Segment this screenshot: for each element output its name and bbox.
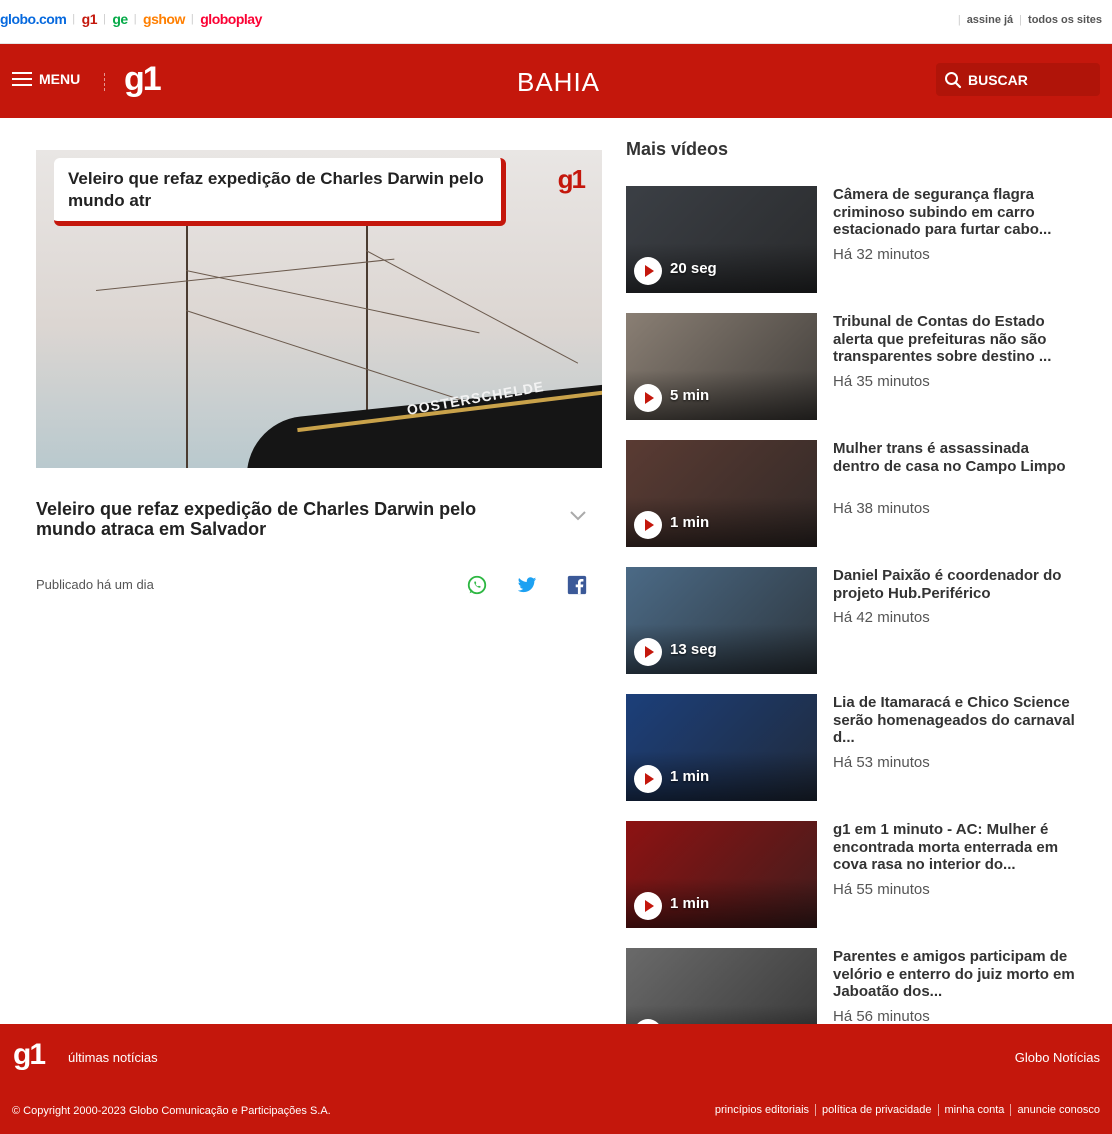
video-item-time: Há 55 minutos [833, 881, 930, 898]
video-duration: 1 min [670, 895, 710, 912]
brand-gshow[interactable]: gshow [143, 11, 185, 27]
globo-bar-right: | assine já | todos os sites [957, 14, 1102, 26]
latest-news-link[interactable]: últimas notícias [68, 1050, 158, 1065]
region-title[interactable]: BAHIA [517, 67, 600, 98]
footer-link-editorial[interactable]: princípios editoriais [709, 1104, 815, 1116]
video-item-time: Há 38 minutos [833, 500, 930, 517]
footer-link-advertise[interactable]: anuncie conosco [1010, 1104, 1100, 1116]
video-item-time: Há 56 minutos [833, 1008, 930, 1025]
ship-hull [240, 377, 602, 468]
video-title: Veleiro que refaz expedição de Charles D… [36, 499, 477, 539]
video-duration: 13 seg [670, 641, 717, 658]
subscribe-link[interactable]: assine já [967, 14, 1013, 26]
play-icon[interactable] [634, 765, 662, 793]
twitter-icon[interactable] [516, 574, 538, 596]
play-icon[interactable] [634, 257, 662, 285]
footer-g1-logo[interactable]: g1 [13, 1038, 46, 1072]
footer-link-privacy[interactable]: política de privacidade [815, 1104, 937, 1116]
more-videos-title: Mais vídeos [626, 139, 729, 159]
globo-top-bar: globo.com | g1 | ge | gshow | globoplay | as… [0, 0, 1112, 44]
video-item-title[interactable]: Mulher trans é assassinada dentro de cas… [833, 440, 1075, 475]
all-sites-link[interactable]: todos os sites [1028, 14, 1102, 26]
video-item-time: Há 32 minutos [833, 246, 930, 263]
brand-globoplay[interactable]: globoplay [200, 11, 262, 27]
brand-g1[interactable]: g1 [82, 11, 98, 27]
video-item-title[interactable]: g1 em 1 minuto - AC: Mulher é encontrada… [833, 821, 1075, 874]
globo-noticias-link[interactable]: Globo Notícias [1015, 1050, 1100, 1065]
menu-button[interactable]: MENU [12, 71, 80, 87]
footer-link-account[interactable]: minha conta [937, 1104, 1011, 1116]
video-thumbnail[interactable]: 5 min [626, 313, 817, 420]
video-list-item[interactable]: 5 min Tribunal de Contas do Estado alerta… [626, 313, 1086, 420]
copyright-text: © Copyright 2000-2023 Globo Comunicação … [12, 1105, 331, 1117]
header-divider [104, 73, 105, 91]
video-item-title[interactable]: Daniel Paixão é coordenador do projeto H… [833, 567, 1075, 602]
brand-globo-com[interactable]: globo.com [0, 11, 67, 27]
video-list-item[interactable]: 20 seg Câmera de segurança flagra crimino… [626, 186, 1086, 293]
footer-links: princípios editoriais política de privac… [709, 1104, 1100, 1116]
video-thumbnail[interactable]: 1 min [626, 694, 817, 801]
video-list-item[interactable]: 13 seg Daniel Paixão é coordenador do pro… [626, 567, 1086, 674]
site-header: MENU g1 BAHIA [0, 44, 1112, 118]
video-list-item[interactable]: 1 min Lia de Itamaracá e Chico Science se… [626, 694, 1086, 801]
video-list-item[interactable]: 1 min Mulher trans é assassinada dentro d… [626, 440, 1086, 547]
site-footer: g1 últimas notícias Globo Notícias © Cop… [0, 1024, 1112, 1134]
video-overlay-title: Veleiro que refaz expedição de Charles D… [54, 158, 506, 226]
facebook-icon[interactable] [566, 574, 588, 596]
video-thumbnail[interactable]: 1 min [626, 821, 817, 928]
video-item-time: Há 53 minutos [833, 754, 930, 771]
play-icon[interactable] [634, 384, 662, 412]
globo-brands: globo.com | g1 | ge | gshow | globoplay [0, 11, 262, 27]
chevron-down-icon[interactable] [568, 508, 588, 522]
video-duration: 20 seg [670, 260, 717, 277]
video-item-title[interactable]: Câmera de segurança flagra criminoso sub… [833, 186, 1075, 239]
video-thumbnail[interactable]: 20 seg [626, 186, 817, 293]
video-watermark: g1 [557, 164, 586, 194]
video-item-time: Há 42 minutos [833, 609, 930, 626]
hamburger-icon [12, 72, 32, 86]
video-item-title[interactable]: Lia de Itamaracá e Chico Science serão h… [833, 694, 1075, 747]
menu-label: MENU [39, 71, 81, 87]
video-player[interactable]: OOSTERSCHELDE Veleiro que refaz expediçã… [36, 150, 602, 468]
video-thumbnail[interactable]: 1 min [626, 440, 817, 547]
video-duration: 1 min [670, 514, 710, 531]
play-icon[interactable] [634, 638, 662, 666]
play-icon[interactable] [634, 511, 662, 539]
video-list-item[interactable]: 1 min g1 em 1 minuto - AC: Mulher é encon… [626, 821, 1086, 928]
brand-ge[interactable]: ge [112, 11, 128, 27]
video-item-time: Há 35 minutos [833, 373, 930, 390]
video-item-title[interactable]: Parentes e amigos participam de velório … [833, 948, 1075, 1001]
g1-logo[interactable]: g1 [124, 60, 162, 99]
video-thumbnail[interactable]: 13 seg [626, 567, 817, 674]
video-duration: 5 min [670, 387, 710, 404]
published-date: Publicado há um dia [36, 577, 154, 592]
search-input[interactable] [968, 71, 1088, 88]
whatsapp-icon[interactable] [466, 574, 488, 596]
video-duration: 1 min [670, 768, 710, 785]
video-item-title[interactable]: Tribunal de Contas do Estado alerta que … [833, 313, 1075, 366]
search-icon [945, 71, 962, 88]
search-box[interactable] [936, 63, 1100, 96]
play-icon[interactable] [634, 892, 662, 920]
